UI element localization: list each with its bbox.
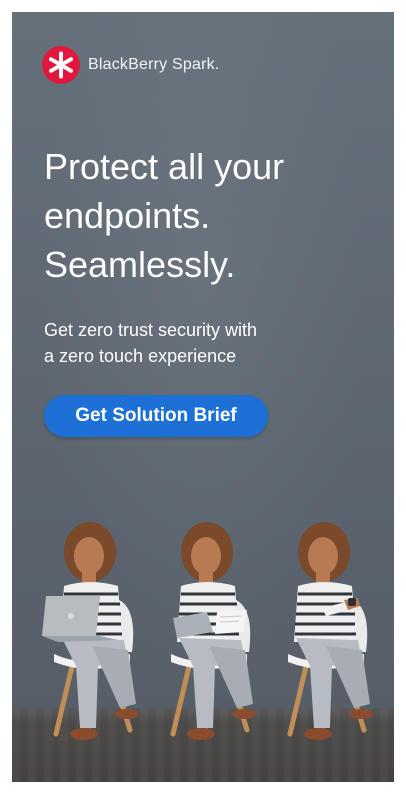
person-with-tablet xyxy=(170,522,256,740)
headline-line-2: endpoints. xyxy=(44,195,211,236)
hero-photo xyxy=(12,512,394,782)
headline: Protect all your endpoints. Seamlessly. xyxy=(44,142,374,289)
ad-banner[interactable]: BlackBerry Spark. Protect all your endpo… xyxy=(12,12,394,782)
get-solution-brief-button[interactable]: Get Solution Brief xyxy=(44,395,268,437)
subheadline-line-1: Get zero trust security with xyxy=(44,320,258,340)
subheadline: Get zero trust security with a zero touc… xyxy=(44,317,364,369)
headline-line-1: Protect all your xyxy=(44,146,285,187)
brand-name: BlackBerry Spark. xyxy=(88,56,220,73)
headline-line-3: Seamlessly. xyxy=(44,244,236,285)
brand-logo[interactable]: BlackBerry Spark. xyxy=(42,46,219,84)
person-with-laptop xyxy=(42,522,139,740)
blackberry-spark-logo-icon xyxy=(42,46,80,84)
subheadline-line-2: a zero touch experience xyxy=(44,346,237,366)
person-checking-smartwatch xyxy=(287,522,373,740)
